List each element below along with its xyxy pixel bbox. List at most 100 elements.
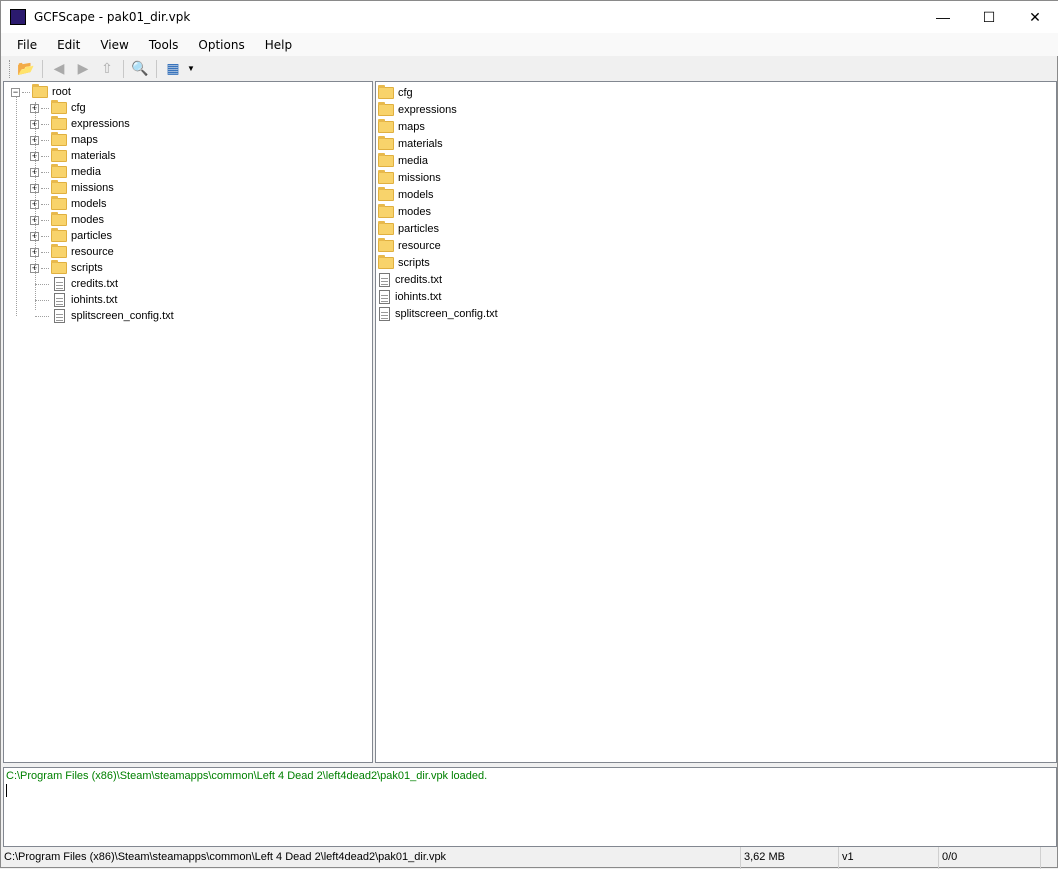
maximize-button[interactable]: ☐ — [966, 1, 1012, 33]
file-icon — [54, 309, 65, 323]
status-size: 3,62 MB — [741, 847, 839, 869]
list-item-file[interactable]: splitscreen_config.txt — [376, 306, 498, 322]
list-item-label: particles — [398, 223, 439, 235]
folder-icon — [51, 100, 67, 114]
up-icon[interactable]: ⇧ — [97, 59, 117, 79]
list-item-label: materials — [398, 138, 443, 150]
folder-icon — [51, 148, 67, 162]
tree-item-label: maps — [71, 134, 98, 146]
back-icon[interactable]: ◀ — [49, 59, 69, 79]
tree-connector — [41, 219, 49, 221]
menu-file[interactable]: File — [7, 38, 47, 52]
tree-item-folder[interactable]: + maps — [30, 132, 98, 148]
list-item-folder[interactable]: scripts — [378, 255, 430, 271]
tree-connector — [41, 171, 49, 173]
text-caret — [6, 784, 7, 797]
tree-item-file[interactable]: iohints.txt — [35, 292, 117, 308]
list-item-label: splitscreen_config.txt — [395, 308, 498, 320]
folder-icon — [51, 196, 67, 210]
open-icon[interactable]: 📂 — [16, 59, 36, 79]
tree-connector — [41, 235, 49, 237]
app-icon — [10, 9, 26, 25]
list-item-label: scripts — [398, 257, 430, 269]
file-icon — [379, 273, 390, 287]
list-item-folder[interactable]: media — [378, 153, 428, 169]
list-item-label: iohints.txt — [395, 291, 442, 303]
menu-bar: File Edit View Tools Options Help — [1, 33, 1058, 56]
tree-item-folder[interactable]: + media — [30, 164, 101, 180]
tree-item-label: iohints.txt — [71, 294, 118, 306]
tree-item-label: credits.txt — [71, 278, 119, 290]
menu-edit[interactable]: Edit — [47, 38, 90, 52]
folder-icon — [378, 255, 394, 269]
tree-item-folder[interactable]: + cfg — [30, 100, 86, 116]
list-item-label: cfg — [398, 87, 413, 99]
list-item-folder[interactable]: maps — [378, 119, 425, 135]
tree-connector — [35, 299, 49, 301]
tree-item-label: cfg — [71, 102, 86, 114]
minimize-button[interactable]: — — [920, 1, 966, 33]
tree-item-file[interactable]: splitscreen_config.txt — [35, 308, 174, 324]
list-item-folder[interactable]: models — [378, 187, 433, 203]
tree-item-folder[interactable]: + resource — [30, 244, 114, 260]
tree-item-folder[interactable]: + models — [30, 196, 106, 212]
list-item-file[interactable]: credits.txt — [376, 272, 442, 288]
tree-item-label: splitscreen_config.txt — [71, 310, 174, 322]
folder-icon — [51, 244, 67, 258]
tree-item-label: expressions — [71, 118, 130, 130]
tree-item-folder[interactable]: + materials — [30, 148, 116, 164]
folder-tree[interactable]: − root + cfg + expressions + maps + materials + med… — [3, 81, 373, 763]
folder-icon — [378, 187, 394, 201]
folder-icon — [378, 119, 394, 133]
folder-icon — [51, 228, 67, 242]
tree-item-folder[interactable]: + particles — [30, 228, 112, 244]
tree-connector — [35, 315, 49, 317]
find-icon[interactable]: 🔍 — [130, 59, 150, 79]
file-list[interactable]: cfg expressions maps materials media missions… — [375, 81, 1057, 763]
tree-connector — [41, 267, 49, 269]
folder-icon — [378, 170, 394, 184]
toolbar: 📂 ◀ ▶ ⇧ 🔍 ▦ ▼ — [1, 57, 1058, 80]
tree-item-label: media — [71, 166, 101, 178]
tree-connector — [41, 187, 49, 189]
log-console[interactable]: C:\Program Files (x86)\Steam\steamapps\c… — [3, 767, 1057, 847]
folder-icon — [32, 84, 48, 98]
list-item-folder[interactable]: modes — [378, 204, 431, 220]
tree-item-label: missions — [71, 182, 114, 194]
status-bar: C:\Program Files (x86)\Steam\steamapps\c… — [1, 847, 1058, 869]
list-item-label: expressions — [398, 104, 457, 116]
tree-item-label: modes — [71, 214, 105, 226]
menu-view[interactable]: View — [90, 38, 138, 52]
list-item-folder[interactable]: particles — [378, 221, 439, 237]
view-mode-icon[interactable]: ▦ — [163, 59, 183, 79]
dropdown-icon[interactable]: ▼ — [187, 64, 195, 73]
tree-item-folder[interactable]: + modes — [30, 212, 104, 228]
tree-item-root[interactable]: − root — [11, 84, 71, 100]
tree-connector — [41, 203, 49, 205]
list-item-folder[interactable]: cfg — [378, 85, 413, 101]
list-item-folder[interactable]: missions — [378, 170, 441, 186]
close-button[interactable]: ✕ — [1012, 1, 1058, 33]
folder-icon — [378, 102, 394, 116]
tree-item-folder[interactable]: + scripts — [30, 260, 103, 276]
list-item-folder[interactable]: resource — [378, 238, 441, 254]
menu-tools[interactable]: Tools — [139, 38, 189, 52]
list-item-label: credits.txt — [395, 274, 443, 286]
list-item-label: modes — [398, 206, 432, 218]
list-item-folder[interactable]: expressions — [378, 102, 457, 118]
list-item-file[interactable]: iohints.txt — [376, 289, 441, 305]
forward-icon[interactable]: ▶ — [73, 59, 93, 79]
folder-icon — [378, 136, 394, 150]
tree-item-label: particles — [71, 230, 112, 242]
menu-help[interactable]: Help — [255, 38, 302, 52]
tree-item-file[interactable]: credits.txt — [35, 276, 118, 292]
tree-item-folder[interactable]: + expressions — [30, 116, 130, 132]
folder-icon — [51, 212, 67, 226]
tree-item-folder[interactable]: + missions — [30, 180, 114, 196]
tree-item-label: scripts — [71, 262, 103, 274]
folder-icon — [378, 238, 394, 252]
menu-options[interactable]: Options — [188, 38, 254, 52]
list-item-folder[interactable]: materials — [378, 136, 443, 152]
title-bar: GCFScape - pak01_dir.vpk — ☐ ✕ — [1, 1, 1058, 33]
collapse-icon[interactable]: − — [11, 87, 20, 97]
